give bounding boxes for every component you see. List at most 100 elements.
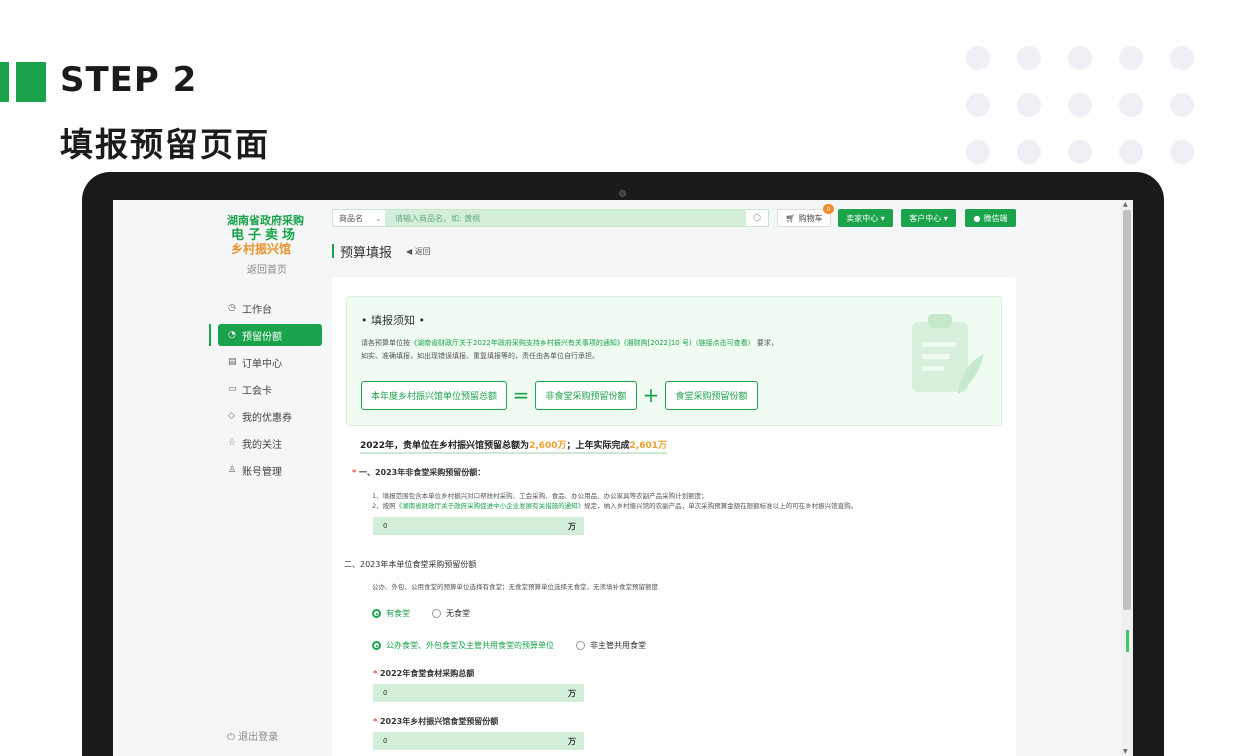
search-bar: 商品名 ⌄ 请输入商品名，如: 黄桃 ○ <box>332 209 769 227</box>
unit-label: 万 <box>568 736 576 746</box>
summary-prefix: 2022年，贵单位在乡村振兴馆预留总额为 <box>360 441 530 451</box>
non-canteen-reserve-value: 0 <box>383 522 388 530</box>
summary-total-value: 2,600万 <box>529 441 567 451</box>
title-accent-bar <box>332 244 334 258</box>
canteen-type-a-label: 公办食堂、外包食堂及主管共用食堂的预算单位 <box>386 641 554 650</box>
page-header: 预算填报 ◀ 返回 <box>332 242 431 261</box>
required-star: * <box>373 717 378 726</box>
logout-button[interactable]: ⏻ 退出登录 <box>227 728 278 743</box>
canteen-purchase-total-input[interactable]: 0 万 <box>373 684 584 702</box>
cart-label: 购物车 <box>798 213 823 223</box>
page-title: 预算填报 <box>340 245 393 261</box>
search-category-label: 商品名 <box>339 213 363 223</box>
plus-sign: + <box>642 383 660 407</box>
wechat-label: 微信端 <box>983 213 1008 223</box>
notice-text: 请各预算单位按《湖南省财政厅关于2022年政府采购支持乡村振兴有关事项的通知》(… <box>361 337 881 363</box>
search-input[interactable]: 请输入商品名，如: 黄桃 <box>385 213 746 224</box>
page-scrollbar[interactable]: ▲ ▼ <box>1121 200 1133 756</box>
step-title: STEP 2 <box>60 60 198 100</box>
canteen-type-a-option[interactable]: 公办食堂、外包食堂及主管共用食堂的预算单位 <box>372 640 554 651</box>
scroll-up-icon[interactable]: ▲ <box>1123 201 1128 208</box>
section1-note1: 1、填报范围包含本单位乡村振兴对口帮扶村采购、工会采购、食品、办公用品、办公家具… <box>372 492 708 500</box>
sidebar-item-label: 工会卡 <box>242 385 272 397</box>
canteen-type-b-label: 非主管共用食堂 <box>590 641 646 650</box>
radio-checked-icon <box>372 641 381 650</box>
seller-center-button[interactable]: 卖家中心 ▾ <box>838 209 893 227</box>
canteen-type-b-option[interactable]: 非主管共用食堂 <box>576 640 646 651</box>
radio-unchecked-icon <box>432 609 441 618</box>
wechat-button[interactable]: ● 微信端 <box>965 209 1016 227</box>
sidebar-item-union-card[interactable]: ▭ 工会卡 <box>218 378 322 400</box>
back-home-link[interactable]: 返回首页 <box>247 261 287 276</box>
notice-text-suffix: 要求， <box>756 339 778 347</box>
field2-label-text: 2023年乡村振兴馆食堂预留份额 <box>379 717 499 726</box>
sidebar-item-label: 订单中心 <box>242 358 282 370</box>
sidebar-item-workbench[interactable]: ◷ 工作台 <box>218 297 322 319</box>
back-button[interactable]: ◀ 返回 <box>406 246 431 257</box>
sidebar-item-favorites[interactable]: ☆ 我的关注 <box>218 432 322 454</box>
user-icon: ♙ <box>228 465 237 475</box>
formula-canteen-box: 食堂采购预留份额 <box>665 380 758 410</box>
active-indicator <box>209 324 211 346</box>
sidebar: 湖南省政府采购 电子卖场 乡村振兴馆 返回首页 ◷ 工作台 ◔ 预留份额 ▤ 订… <box>113 200 323 756</box>
section1-note2-suffix: 规定，纳入乡村振兴馆的农副产品，单次采购预算金额在限额标准以上的可在乡村振兴馆直… <box>584 502 858 510</box>
canteen-yes-option[interactable]: 有食堂 <box>372 608 410 619</box>
card-icon: ▭ <box>228 384 237 394</box>
app-screen: 湖南省政府采购 电子卖场 乡村振兴馆 返回首页 ◷ 工作台 ◔ 预留份额 ▤ 订… <box>113 200 1133 756</box>
wechat-icon: ● <box>973 213 981 223</box>
sidebar-item-reserve-share[interactable]: ◔ 预留份额 <box>218 324 322 346</box>
section1-title-text: 一、2023年非食堂采购预留份额： <box>358 468 486 477</box>
search-button[interactable]: ○ <box>746 210 768 226</box>
canteen-yes-label: 有食堂 <box>386 609 410 618</box>
scroll-thumb[interactable] <box>1123 210 1131 610</box>
camera-icon <box>619 190 626 197</box>
cart-icon: 🛒︎ <box>785 213 796 223</box>
star-icon: ☆ <box>228 438 237 448</box>
scroll-down-icon[interactable]: ▼ <box>1123 748 1128 755</box>
logout-label: 退出登录 <box>238 732 279 743</box>
canteen-reserve-input[interactable]: 0 万 <box>373 732 584 750</box>
customer-center-button[interactable]: 客户中心 ▾ <box>901 209 956 227</box>
notice-text-prefix: 请各预算单位按 <box>361 339 410 347</box>
unit-label: 万 <box>568 688 576 698</box>
cart-count-badge: 0 <box>823 204 834 214</box>
section1-note2-prefix: 2、按照 <box>372 502 396 510</box>
pie-icon: ◔ <box>228 330 236 340</box>
sidebar-item-orders[interactable]: ▤ 订单中心 <box>218 351 322 373</box>
search-category-select[interactable]: 商品名 ⌄ <box>333 210 385 226</box>
search-icon: ○ <box>753 213 761 223</box>
notice-text-line2: 如实、准确填报，如出现错误填报、重复填报等的，责任由各单位自行承担。 <box>361 352 599 360</box>
summary-middle: ；上年实际完成 <box>566 441 630 451</box>
clipboard-icon <box>912 314 984 394</box>
canteen-no-option[interactable]: 无食堂 <box>432 608 470 619</box>
step-bars-decoration <box>0 62 46 102</box>
step-subtitle: 填报预留页面 <box>60 125 270 164</box>
non-canteen-reserve-input[interactable]: 0 万 <box>373 517 584 535</box>
formula-non-canteen-box: 非食堂采购预留份额 <box>535 380 637 410</box>
back-arrow-icon: ◀ <box>406 246 413 256</box>
document-icon: ▤ <box>228 357 237 367</box>
sidebar-item-label: 账号管理 <box>242 466 282 478</box>
form-card: • 填报须知 • 请各预算单位按《湖南省财政厅关于2022年政府采购支持乡村振兴… <box>332 277 1016 756</box>
power-icon: ⏻ <box>227 732 235 743</box>
formula-total-box: 本年度乡村振兴馆单位预留总额 <box>361 380 507 410</box>
sme-policy-link[interactable]: 《湖南省财政厅关于政府采购促进中小企业发展有关措施的通知》 <box>396 502 585 510</box>
scroll-indicator <box>1126 630 1129 652</box>
unit-label: 万 <box>568 521 576 531</box>
dots-decoration <box>966 46 1196 166</box>
logo-line3: 乡村振兴馆 <box>231 242 292 256</box>
sidebar-item-label: 我的优惠券 <box>242 412 292 424</box>
laptop-frame: 湖南省政府采购 电子卖场 乡村振兴馆 返回首页 ◷ 工作台 ◔ 预留份额 ▤ 订… <box>82 172 1164 756</box>
field1-label-text: 2022年食堂食材采购总额 <box>379 669 475 678</box>
sidebar-item-account[interactable]: ♙ 账号管理 <box>218 459 322 481</box>
notice-box: • 填报须知 • 请各预算单位按《湖南省财政厅关于2022年政府采购支持乡村振兴… <box>346 296 1002 426</box>
summary-done-value: 2,601万 <box>629 441 668 451</box>
tag-icon: ◇ <box>228 411 235 421</box>
policy-link[interactable]: 《湖南省财政厅关于2022年政府采购支持乡村振兴有关事项的通知》(湘财购[202… <box>410 339 755 347</box>
back-label: 返回 <box>414 246 431 256</box>
section1-notes: 1、填报范围包含本单位乡村振兴对口帮扶村采购、工会采购、食品、办公用品、办公家具… <box>372 491 992 511</box>
sidebar-item-label: 工作台 <box>242 304 272 316</box>
sidebar-item-coupons[interactable]: ◇ 我的优惠券 <box>218 405 322 427</box>
field2-label: * 2023年乡村振兴馆食堂预留份额 <box>373 716 498 727</box>
canteen-no-label: 无食堂 <box>446 609 470 618</box>
